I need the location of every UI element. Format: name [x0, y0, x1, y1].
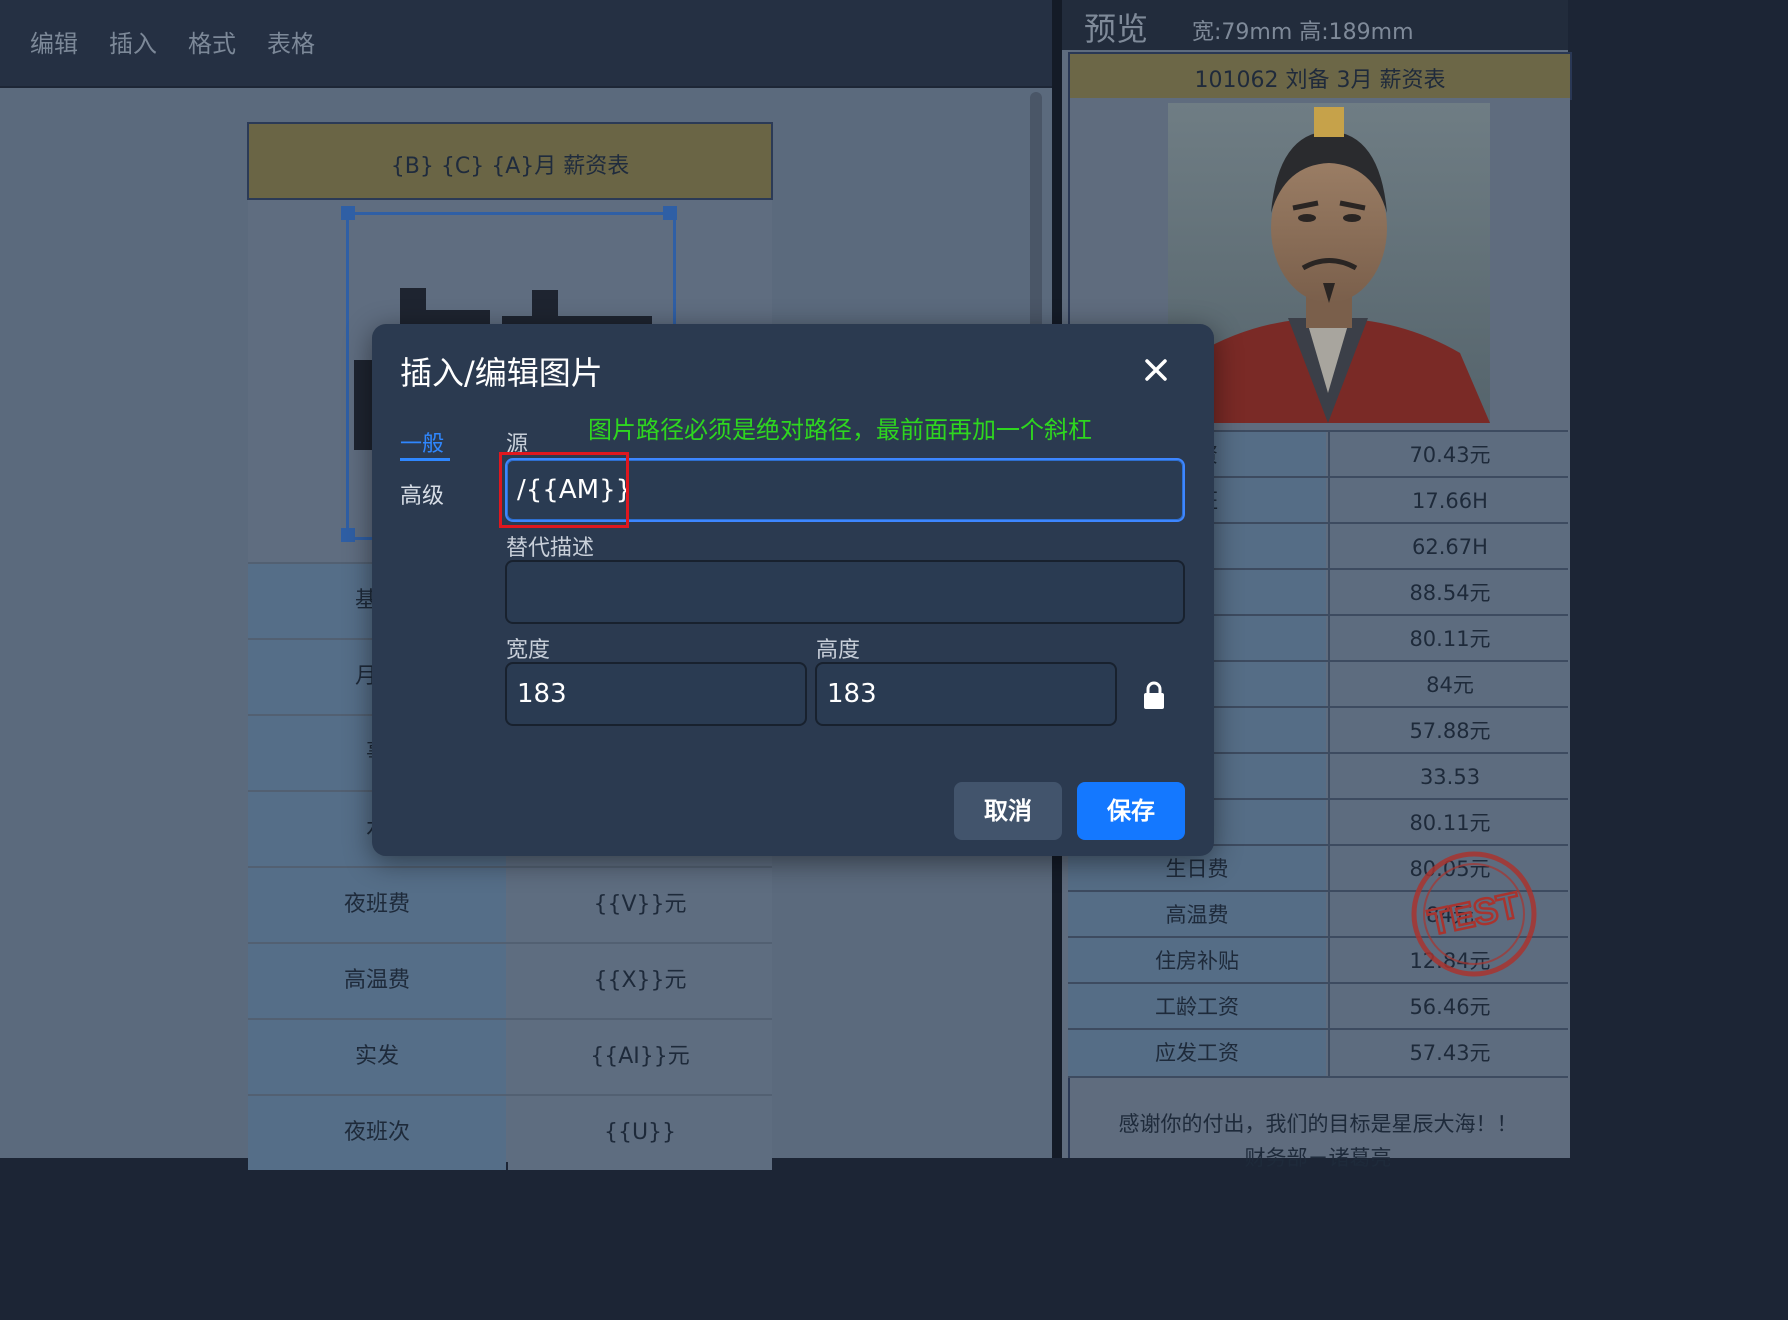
preview-footer-line2: 财务部－诸葛亮: [1244, 1146, 1392, 1170]
portrait-image: [1168, 103, 1490, 423]
row-value: {{AI}}元: [508, 1020, 772, 1094]
row-label: 夜班费: [248, 868, 506, 942]
height-input[interactable]: [815, 662, 1117, 726]
preview-row: 工龄工资 56.46元: [1068, 982, 1570, 1030]
resize-handle-top-left[interactable]: [341, 206, 355, 220]
width-label: 宽度: [506, 638, 551, 663]
preview-row-value: 84元: [1328, 662, 1570, 708]
row-value: {{U}}: [508, 1096, 772, 1170]
preview-row-value: 17.66H: [1328, 478, 1570, 524]
width-input[interactable]: [505, 662, 807, 726]
menu-format[interactable]: 格式: [188, 24, 236, 59]
preview-title-band: 101062 刘备 3月 薪资表: [1068, 52, 1572, 100]
source-label: 源: [506, 432, 529, 457]
menu-insert[interactable]: 插入: [109, 24, 157, 59]
preview-row-value: 80.11元: [1328, 800, 1570, 846]
preview-row-value: 62.67H: [1328, 524, 1570, 570]
path-hint: 图片路径必须是绝对路径，最前面再加一个斜杠: [588, 416, 1092, 444]
preview-row-label: 工龄工资: [1068, 984, 1326, 1030]
preview-header: 预览 宽:79mm 高:189mm: [1062, 0, 1568, 50]
preview-row-value: 33.53: [1328, 754, 1570, 800]
preview-row-label: 高温费: [1068, 892, 1326, 938]
row-label: 夜班次: [248, 1096, 506, 1170]
cancel-button[interactable]: 取消: [954, 782, 1062, 840]
document-title-band: {B} {C} {A}月 薪资表: [247, 122, 773, 200]
table-row: 高温费 {{X}}元: [248, 942, 772, 1018]
preview-size: 宽:79mm 高:189mm: [1192, 20, 1414, 45]
alt-label: 替代描述: [506, 536, 595, 561]
table-row: 实发 {{AI}}元: [248, 1018, 772, 1094]
row-label: 实发: [248, 1020, 506, 1094]
editor-scrollbar[interactable]: [1030, 92, 1042, 352]
height-label: 高度: [816, 638, 861, 663]
table-row: 夜班次 {{U}}: [248, 1094, 772, 1170]
svg-text:TEST: TEST: [1425, 884, 1524, 943]
table-row: 夜班费 {{V}}元: [248, 866, 772, 942]
menu-table[interactable]: 表格: [267, 24, 315, 59]
alt-input[interactable]: [505, 560, 1185, 624]
preview-row-label: 应发工资: [1068, 1030, 1326, 1076]
preview-row: 应发工资 57.43元: [1068, 1028, 1570, 1078]
menu-bar: 编辑 插入 格式 表格: [0, 0, 1052, 88]
close-icon[interactable]: [1138, 352, 1174, 388]
menu-edit[interactable]: 编辑: [30, 24, 78, 59]
preview-row-value: 57.88元: [1328, 708, 1570, 754]
preview-row-label: 住房补贴: [1068, 938, 1326, 984]
preview-row-value: 56.46元: [1328, 984, 1570, 1030]
row-value: {{X}}元: [508, 944, 772, 1018]
test-stamp: TEST: [1411, 851, 1537, 977]
lock-icon[interactable]: [1142, 680, 1166, 710]
row-value: {{V}}元: [508, 868, 772, 942]
preview-title: 预览: [1084, 10, 1149, 48]
image-dialog: 插入/编辑图片 一般 高级 源 图片路径必须是绝对路径，最前面再加一个斜杠 替代…: [372, 324, 1214, 856]
resize-handle-bottom-left[interactable]: [341, 528, 355, 542]
document-title: {B} {C} {A}月 薪资表: [390, 154, 630, 179]
preview-row-value: 88.54元: [1328, 570, 1570, 616]
dialog-title: 插入/编辑图片: [400, 354, 603, 392]
source-input[interactable]: [505, 458, 1185, 522]
preview-row-value: 57.43元: [1328, 1030, 1570, 1076]
preview-band-text: 101062 刘备 3月 薪资表: [1194, 68, 1446, 93]
row-label: 高温费: [248, 944, 506, 1018]
save-button[interactable]: 保存: [1077, 782, 1185, 840]
preview-row-value: 70.43元: [1328, 432, 1570, 478]
preview-footer-line1: 感谢你的付出，我们的目标是星辰大海！！: [1118, 1112, 1518, 1136]
preview-row-value: 80.11元: [1328, 616, 1570, 662]
tab-general[interactable]: 一般: [400, 426, 451, 461]
resize-handle-top-right[interactable]: [663, 206, 677, 220]
tab-advanced[interactable]: 高级: [400, 478, 444, 510]
